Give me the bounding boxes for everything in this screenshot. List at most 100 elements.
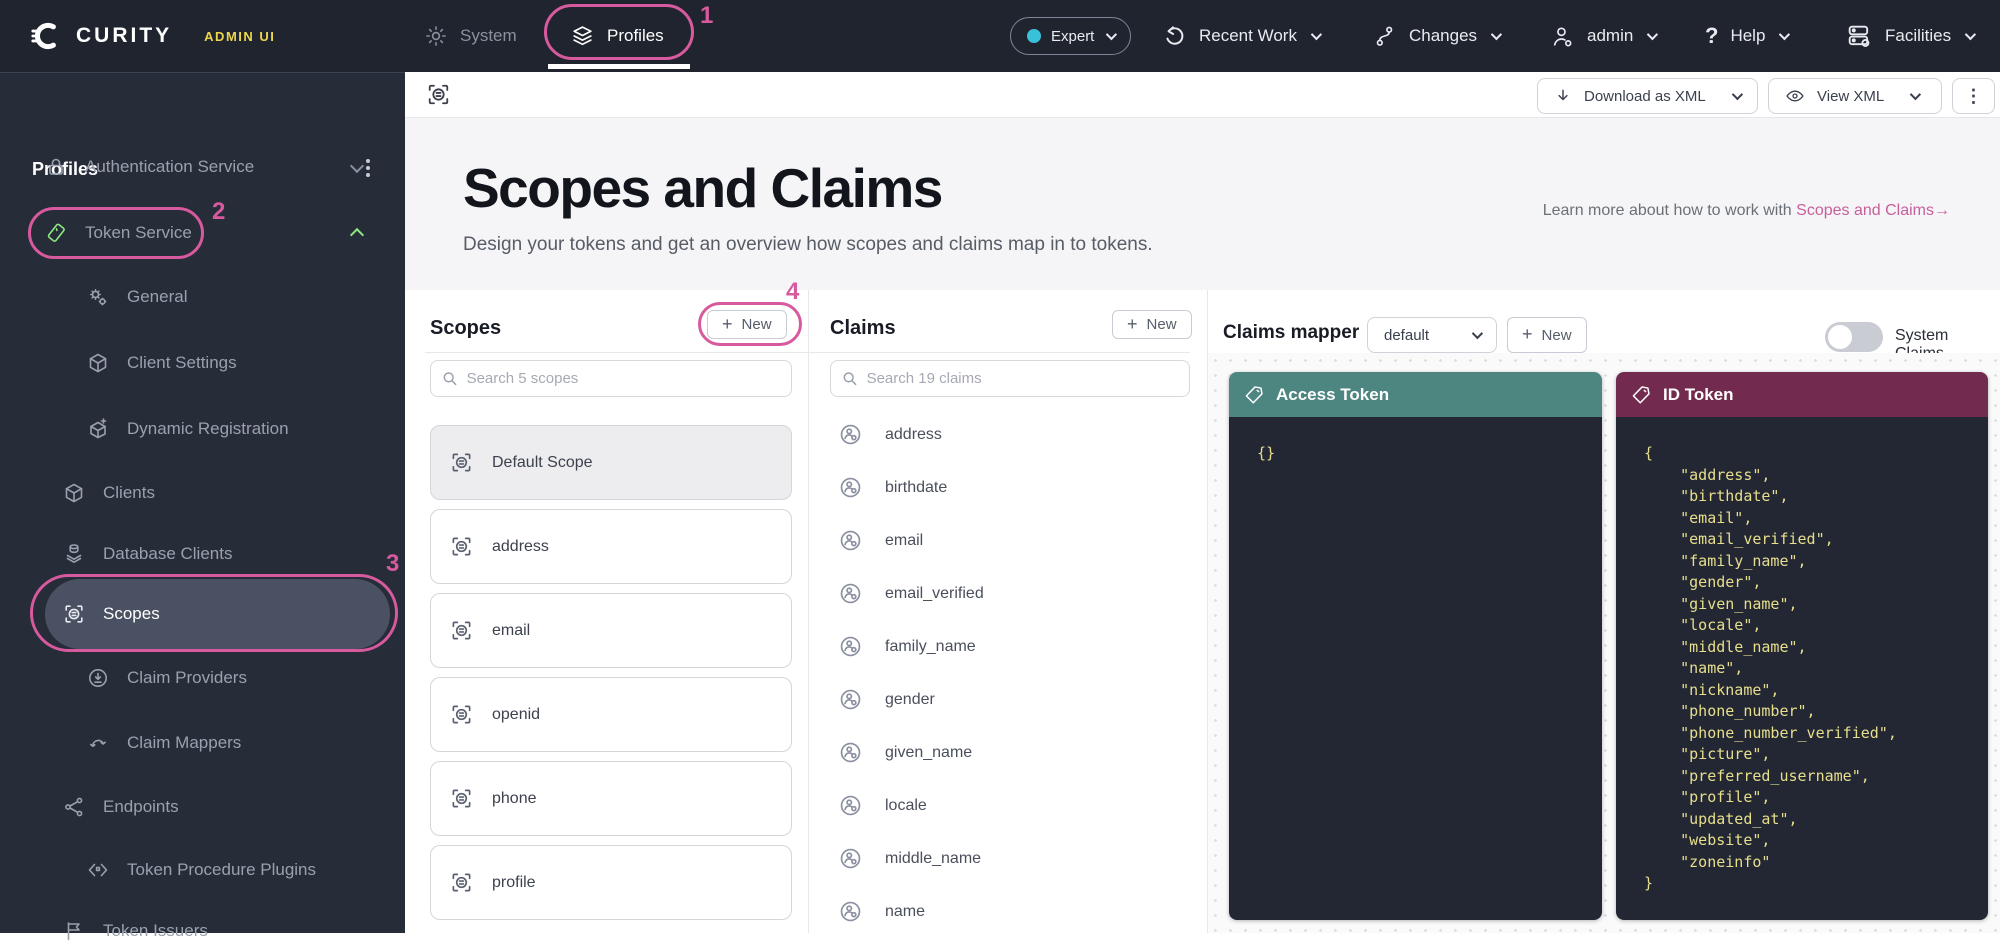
tab-profiles[interactable]: Profiles [570,0,664,72]
scope-card-label: email [492,622,530,640]
curity-logo-icon [30,19,64,53]
system-claims-toggle[interactable] [1825,322,1883,352]
claims-mapper-select[interactable]: default [1367,317,1497,353]
sidebar-item-endpoints[interactable]: Endpoints [62,789,179,825]
chevron-down-icon [1472,328,1483,339]
sidebar-item-label: Scopes [103,604,160,624]
brand-name: CURITY [76,24,172,48]
scope-icon [449,618,474,643]
view-xml-label: View XML [1817,88,1884,105]
download-as-xml-button[interactable]: Download as XML [1537,78,1758,114]
scope-icon [449,702,474,727]
active-tab-underline [548,64,690,69]
help-menu[interactable]: ? Help [1705,0,1787,72]
toolbar-kebab-button[interactable]: ⋮ [1952,78,1995,114]
scope-card-openid[interactable]: openid [430,677,792,752]
column-divider [808,290,809,933]
sidebar-item-label: Claim Mappers [127,733,241,753]
sidebar-item-authentication-service[interactable]: Authentication Service [44,149,254,185]
claim-item-family_name[interactable]: family_name [830,620,1190,673]
chevron-down-icon [1311,29,1322,40]
new-claim-label: New [1147,316,1177,333]
scope-card-email[interactable]: email [430,593,792,668]
help-label: Help [1730,26,1765,46]
plus-icon: + [1127,315,1138,333]
facilities-menu[interactable]: Facilities [1845,0,1973,72]
recent-work-menu[interactable]: Recent Work [1162,0,1319,72]
sidebar-item-claim-mappers[interactable]: Claim Mappers [86,725,241,761]
expert-badge-label: Expert [1051,28,1094,45]
eye-icon [1785,86,1805,106]
claim-item-email_verified[interactable]: email_verified [830,567,1190,620]
scope-page-icon [425,81,452,108]
scope-card-phone[interactable]: phone [430,761,792,836]
claim-item-birthdate[interactable]: birthdate [830,461,1190,514]
scope-card-profile[interactable]: profile [430,845,792,920]
recent-work-label: Recent Work [1199,26,1297,46]
sidebar-item-scopes[interactable]: Scopes [62,596,160,632]
view-xml-button[interactable]: View XML [1768,78,1942,114]
id-token-panel-header: ID Token [1616,372,1988,417]
claim-item-email[interactable]: email [830,514,1190,567]
sidebar-item-label: Client Settings [127,353,237,373]
swap-icon [86,731,110,755]
claim-icon [838,581,863,606]
access-token-content: {} [1229,417,1602,920]
user-menu[interactable]: admin [1550,0,1655,72]
new-claim-button[interactable]: + New [1112,310,1192,339]
tab-system-label: System [460,26,517,46]
question-icon: ? [1705,23,1718,49]
brand: CURITY ADMIN UI [30,0,275,72]
chevron-down-icon [1491,29,1502,40]
scope-card-label: profile [492,874,536,892]
claim-item-label: locale [885,797,927,815]
claim-item-middle_name[interactable]: middle_name [830,832,1190,885]
token-tag-icon [1243,384,1265,406]
new-claims-mapper-button[interactable]: + New [1507,317,1587,353]
changes-menu[interactable]: Changes [1372,0,1499,72]
user-gear-icon [1550,24,1575,49]
claim-icon [838,475,863,500]
claim-icon [838,846,863,871]
changes-label: Changes [1409,26,1477,46]
scope-card-address[interactable]: address [430,509,792,584]
learn-more-link[interactable]: Scopes and Claims→ [1796,202,1950,219]
facilities-label: Facilities [1885,26,1951,46]
claim-item-gender[interactable]: gender [830,673,1190,726]
access-token-title: Access Token [1276,385,1389,405]
expert-mode-badge[interactable]: Expert [1010,0,1131,72]
chevron-up-icon[interactable] [350,228,364,242]
claim-item-label: given_name [885,744,972,762]
server-gear-icon [1845,22,1873,50]
sidebar-item-label: Dynamic Registration [127,419,289,439]
sidebar-item-clients[interactable]: Clients [62,475,155,511]
sidebar-item-token-issuers[interactable]: Token Issuers [62,913,208,949]
claim-item-name[interactable]: name [830,885,1190,938]
tab-system[interactable]: System [424,0,517,72]
claim-item-locale[interactable]: locale [830,779,1190,832]
expert-status-dot [1027,29,1041,43]
sidebar-item-token-service[interactable]: Token Service [44,215,192,251]
new-scope-button[interactable]: + New [707,310,787,339]
claims-search-input[interactable] [867,370,1179,387]
scopes-heading: Scopes [430,317,501,340]
access-token-panel-header: Access Token [1229,372,1602,417]
scopes-search-input[interactable] [467,370,781,387]
id-token-content: { "address", "birthdate", "email", "emai… [1616,417,1988,920]
gears-icon [86,285,110,309]
sidebar-item-token-procedure-plugins[interactable]: Token Procedure Plugins [86,852,316,888]
sidebar-item-label: General [127,287,187,307]
sidebar-item-dynamic-registration[interactable]: Dynamic Registration [86,411,289,447]
sidebar-item-database-clients[interactable]: Database Clients [62,536,232,572]
claim-item-label: email_verified [885,585,984,603]
scope-card-default-scope[interactable]: Default Scope [430,425,792,500]
claim-item-given_name[interactable]: given_name [830,726,1190,779]
claim-item-address[interactable]: address [830,408,1190,461]
sidebar-item-general[interactable]: General [86,279,187,315]
claims-heading: Claims [830,317,896,340]
sidebar-item-client-settings[interactable]: Client Settings [86,345,237,381]
sidebar-item-claim-providers[interactable]: Claim Providers [86,660,247,696]
sidebar-item-label: Endpoints [103,797,179,817]
claim-icon [838,740,863,765]
scope-icon [62,602,86,626]
